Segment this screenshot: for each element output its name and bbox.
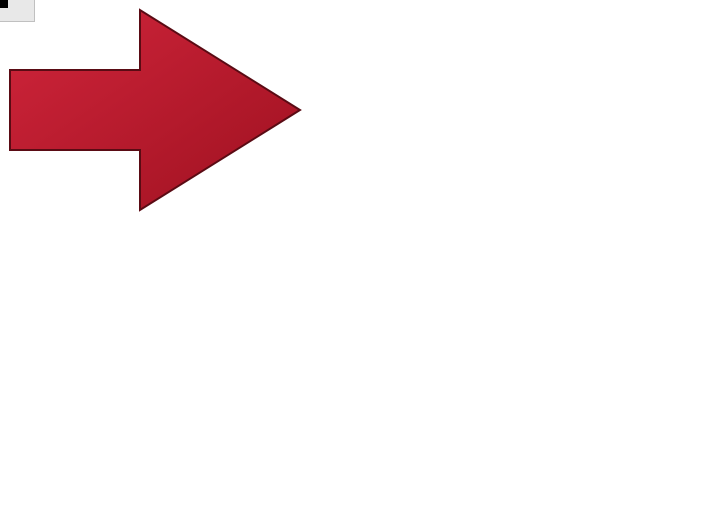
fill-handle[interactable] <box>0 0 8 8</box>
arrow-annotation-icon <box>0 0 320 220</box>
spreadsheet <box>0 0 728 520</box>
